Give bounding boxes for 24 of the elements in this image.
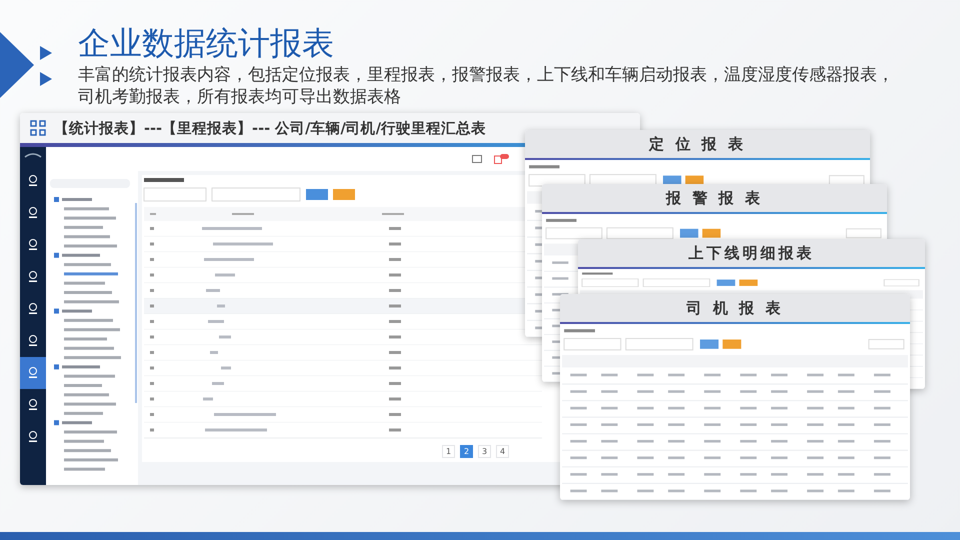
user-icon xyxy=(28,175,38,187)
user-icon xyxy=(28,303,38,315)
page-button[interactable]: 4 xyxy=(496,445,509,458)
user-icon xyxy=(28,239,38,251)
slide-description: 丰富的统计报表内容，包括定位报表，里程报表，报警报表，上下线和车辆启动报表，温度湿度传感器报表，司机考勤报表，所有报表均可导出数据表格 xyxy=(78,64,895,108)
card-title: 报 警 报 表 xyxy=(666,188,763,208)
window-title: 【统计报表】---【里程报表】--- 公司/车辆/司机/行驶里程汇总表 xyxy=(54,120,486,138)
slide-title: 企业数据统计报表 xyxy=(78,24,335,62)
card-title: 定 位 报 表 xyxy=(649,134,746,154)
page-button[interactable]: 1 xyxy=(442,445,455,458)
bell-icon[interactable] xyxy=(494,154,510,164)
card-title: 上下线明细报表 xyxy=(688,244,814,262)
user-icon xyxy=(28,399,38,411)
page-button[interactable]: 2 xyxy=(460,445,473,458)
user-icon xyxy=(28,335,38,347)
user-icon xyxy=(28,431,38,443)
page-button[interactable]: 3 xyxy=(478,445,491,458)
user-icon xyxy=(28,271,38,283)
user-icon xyxy=(28,207,38,219)
monitor-icon[interactable] xyxy=(472,154,482,164)
grid-icon xyxy=(30,120,46,136)
card-title: 司 机 报 表 xyxy=(686,298,784,318)
logo-icon xyxy=(24,151,42,159)
user-icon xyxy=(28,367,38,379)
